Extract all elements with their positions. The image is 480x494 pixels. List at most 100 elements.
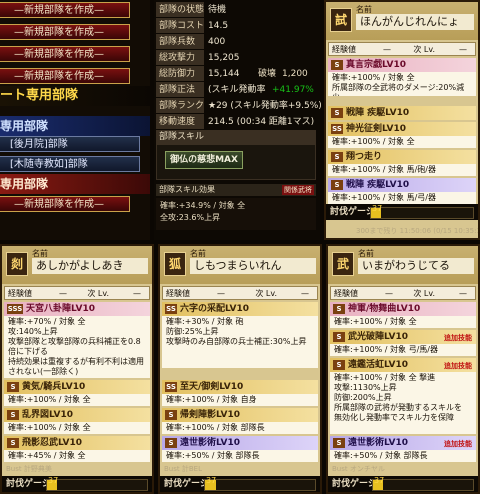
skill-4[interactable]: S 翔つ走り [328,150,476,164]
skill-3[interactable]: SS 神光征剣LV10 [328,122,476,136]
skill-desc: 確率:+100% / 対象 全 [328,136,476,148]
skill-tag: S [331,108,343,118]
illustrator-credit: Bust 計野典美 [6,465,52,473]
general-card[interactable]: 狐 名前 しもつまらいれん 経験値 — 次 Lv. — SS 六字の采配LV10 確率:… [158,244,322,494]
exp-value: — [217,289,225,298]
stat-value: 214.5 (00:34 距離1マス) [208,117,315,127]
subjugation-gauge: 討伐ゲージ 37 [326,204,478,220]
skill-desc: 確率:+100% / 対象 馬/弓/器 [328,192,476,204]
special-unit-item[interactable]: [後月院]部隊 [0,136,140,152]
general-card[interactable]: 武 名前 いまがわうじてる 経験値 — 次 Lv. — S 神軍/物舞曲LV10 確率:… [326,244,480,494]
stat-label: 部隊正法 [156,82,204,97]
skill-tag: SS [165,304,177,314]
special-unit-section: 専用部隊 [0,116,150,136]
exp-label: 経験値 [8,289,32,298]
gauge-bar [370,207,474,219]
skill-desc: 確率:+70% / 対象 全 攻:140%上昇 攻撃部隊と攻撃部隊の兵科補正を0… [4,316,150,378]
exp-row: 経験値 — 次 Lv. — [4,286,150,300]
skill-desc: 確率:+100% / 対象 馬/砲/器 [328,164,476,176]
added-skill-note: 追加技能 [444,362,472,370]
stat-label: 部隊兵数 [156,34,204,49]
skill-desc: 確率:+100% / 対象 全 [4,422,150,434]
related-general-button[interactable]: 関係武将 [282,185,314,195]
break-value: 1,200 [282,69,308,79]
new-unit-button[interactable]: —新規部隊を作成— [0,46,130,62]
effect-box: 確率:+34.9% / 対象 全 全攻:23.6%上昇 [156,198,316,230]
exp-value: — [383,45,391,54]
skill-4[interactable]: S 飛影忍武LV10 [4,436,150,450]
added-skill-note: 追加技能 [444,334,472,342]
added-skill-note: 追加技能 [444,440,472,448]
skill-4[interactable]: S 遠世影術LV10 追加技能 [330,436,476,450]
exp-label: 経験値 [334,289,358,298]
skill-1[interactable]: SSS 天宮八卦陣LV10 [4,302,150,316]
general-card[interactable]: 剡 名前 あしかがよしあき 経験値 — 次 Lv. — SSS 天宮八卦陣LV10 確率… [0,244,154,494]
new-unit-button[interactable]: —新規部隊を作成— [0,24,130,40]
skill-name: 戦陣 疾駆LV10 [346,180,410,190]
stat-value: 400 [208,37,226,47]
skill-1[interactable]: S 神軍/物舞曲LV10 [330,302,476,316]
exp-row: 経験値 — 次 Lv. — [162,286,318,300]
skill-tag: S [333,360,345,370]
general-card[interactable]: 試 名前 ほんがんじれんにょ 経験値 — 次 Lv. — S 真言宗戯LV10 確率:+… [324,0,480,240]
skill-desc: 確率:+100% / 対象 全 撃進 攻撃:1130%上昇 防御:200%上昇 … [330,372,476,434]
stat-value: 14.5 [208,21,229,31]
skill-tag: S [165,438,177,448]
unit-skill-button[interactable]: 御仏の慈悲MAX [165,151,243,169]
skill-desc: 確率:+100% / 対象 全 [330,316,476,328]
skill-name: 神軍/物舞曲LV10 [348,304,421,314]
gauge-bar [204,479,316,491]
unit-skill-box: 御仏の慈悲MAX [156,144,316,180]
skill-4[interactable]: S 遠世影術LV10 [162,436,318,450]
skill-5[interactable]: S 戦陣 疾駆LV10 [328,178,476,192]
skill-tag: SSS [7,304,23,314]
stat-label: 部隊コスト [156,18,204,33]
general-portrait-icon: 剡 [6,252,28,276]
stat-value: ★29 (スキル発動率+9.5%) [208,101,322,111]
skill-desc: 確率:+50% / 対象 部隊長 [162,450,318,462]
skill-name: 帰剣陣影LV10 [180,410,240,420]
skill-name: 飛影忍武LV10 [22,438,82,448]
skill-name: 遠世影術LV10 [180,438,240,448]
gauge-value: 37 [48,476,59,485]
new-unit-button[interactable]: —新規部隊を作成— [0,196,130,212]
lv-value: — [133,289,141,298]
subjugation-gauge: 討伐ゲージ 37 [2,476,152,492]
unit-list-panel: —新規部隊を作成— —新規部隊を作成— —新規部隊を作成— —新規部隊を作成— … [0,0,150,240]
stat-label: 総攻撃力 [156,50,204,65]
effect-header: 部隊スキル効果 関係武将 [156,184,316,196]
lv-label: 次 Lv. [413,45,435,54]
effect-text: 確率:+34.9% / 対象 全 [160,201,246,210]
skill-tag: S [7,410,19,420]
skill-2[interactable]: SS 至天/御剣LV10 [162,380,318,394]
general-portrait-icon: 武 [332,252,354,276]
raid-unit-section: ート専用部隊 [0,86,150,106]
gauge-bar [46,479,148,491]
skill-3[interactable]: S 帰剣陣影LV10 [162,408,318,422]
lv-label: 次 Lv. [413,289,435,298]
special-unit-item[interactable]: [木随寺教如]部隊 [0,156,140,172]
new-unit-button[interactable]: —新規部隊を作成— [0,68,130,84]
skill-name: 戦陣 疾駆LV10 [346,108,410,118]
stat-label: 総防御力 [156,66,204,81]
general-name: いまがわうじてる [358,258,474,274]
card-header: 試 名前 ほんがんじれんにょ [326,2,478,40]
skill-2[interactable]: S 武光破陣LV10 追加技能 [330,330,476,344]
skill-3[interactable]: S 遠鑑活虹LV10 追加技能 [330,358,476,372]
exp-value: — [385,289,393,298]
skill-2[interactable]: S 戦陣 疾駆LV10 [328,106,476,120]
stat-row: 総防御力 15,144 破壊 1,200 [154,66,320,82]
skill-2[interactable]: S 黄気/騎兵LV10 [4,380,150,394]
skill-desc: 確率:+30% / 対象 砲 防御:25%上昇 攻撃時のみ自部隊の兵士補正:30… [162,316,318,368]
skill-tag: S [331,60,343,70]
skill-desc: 確率:+45% / 対象 全 [4,450,150,462]
skill-desc: 確率:+100% / 対象 全 [4,394,150,406]
new-unit-button[interactable]: —新規部隊を作成— [0,2,130,18]
skill-name: 神光征剣LV10 [346,124,406,134]
skill-rate-bonus: +41.97% [272,85,314,95]
skill-1[interactable]: S 真言宗戯LV10 [328,58,476,72]
skill-name: 六字の采配LV10 [180,304,249,314]
skill-1[interactable]: SS 六字の采配LV10 [162,302,318,316]
skill-3[interactable]: S 乱界図LV10 [4,408,150,422]
effect-label: 部隊スキル効果 [159,185,215,194]
